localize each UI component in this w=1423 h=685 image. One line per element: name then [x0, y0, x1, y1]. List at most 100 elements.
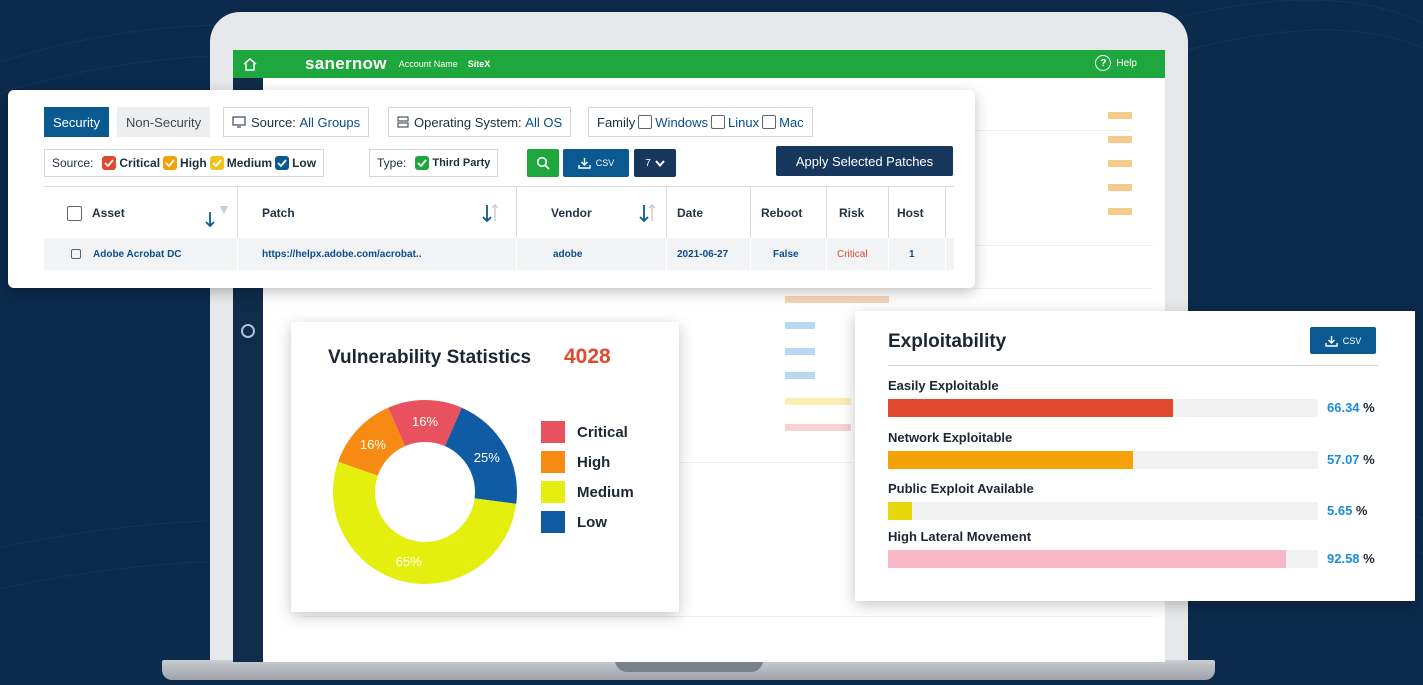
date-value: 2021-06-27 — [677, 248, 729, 260]
legend-item-medium[interactable]: Medium — [541, 481, 634, 503]
severity-label: Source: — [52, 156, 94, 170]
site-name[interactable]: SiteX — [468, 59, 491, 69]
col-reboot-label: Reboot — [761, 206, 803, 220]
row-checkbox[interactable] — [71, 249, 81, 259]
download-icon — [578, 158, 591, 169]
help-link[interactable]: ? Help — [1095, 55, 1137, 71]
vendor-value: adobe — [553, 248, 583, 260]
mac-label: Mac — [779, 114, 804, 130]
exploit-bar-track — [888, 502, 1318, 520]
family-filter: Family Windows Linux Mac — [588, 107, 813, 137]
power-icon[interactable] — [241, 324, 255, 338]
col-risk[interactable]: Risk — [827, 187, 889, 239]
high-checkbox[interactable] — [163, 156, 178, 170]
app-header: sanernow Account Name SiteX ? Help — [233, 50, 1165, 78]
search-button[interactable] — [527, 149, 559, 177]
cell-date: 2021-06-27 — [667, 238, 751, 270]
medium-checkbox[interactable] — [209, 156, 224, 170]
legend-label: Medium — [577, 483, 634, 501]
cell-asset: Adobe Acrobat DC — [44, 238, 238, 270]
home-icon[interactable] — [237, 50, 263, 78]
slice-label-critical: 16% — [412, 414, 438, 429]
critical-checkbox[interactable] — [102, 156, 117, 170]
vulnerability-statistics-card: Vulnerability Statistics 4028 16% 25% 65% 1… — [291, 322, 679, 612]
legend-item-high[interactable]: High — [541, 451, 610, 473]
mac-checkbox[interactable] — [762, 115, 777, 129]
divider — [888, 365, 1378, 366]
cell-patch: https://helpx.adobe.com/acrobat.. — [238, 238, 517, 270]
vuln-total: 4028 — [564, 345, 611, 368]
linux-label: Linux — [728, 114, 760, 130]
low-label: Low — [292, 156, 317, 170]
asset-name[interactable]: Adobe Acrobat DC — [93, 249, 182, 260]
table-row[interactable]: Adobe Acrobat DC https://helpx.adobe.com… — [44, 238, 954, 270]
apply-patches-button[interactable]: Apply Selected Patches — [776, 146, 953, 176]
source-groups-label: Source: — [251, 114, 296, 130]
col-date-label: Date — [677, 206, 704, 220]
cell-risk: Critical — [827, 238, 889, 270]
patch-link[interactable]: https://helpx.adobe.com/acrobat.. — [262, 249, 421, 260]
os-label: Operating System: — [414, 114, 522, 130]
legend-swatch — [541, 421, 565, 443]
brand-logo: sanernow — [305, 54, 387, 73]
exploit-label: Easily Exploitable — [888, 378, 999, 393]
sort-icon[interactable] — [639, 203, 657, 223]
exploit-percent-unit: % — [1359, 400, 1375, 415]
table-header: Asset Patch Vendor Date Reboot Risk Host — [44, 186, 954, 239]
tab-security-label: Security — [53, 114, 100, 130]
family-label: Family — [597, 114, 636, 130]
linux-checkbox[interactable] — [711, 115, 726, 129]
windows-checkbox[interactable] — [638, 115, 653, 129]
exploit-bar-track — [888, 550, 1318, 568]
exploit-bar-fill — [888, 550, 1287, 568]
high-label: High — [180, 156, 207, 170]
legend-item-low[interactable]: Low — [541, 511, 607, 533]
legend-swatch — [541, 451, 565, 473]
col-patch-label: Patch — [262, 206, 295, 220]
col-asset-label: Asset — [92, 206, 125, 220]
low-checkbox[interactable] — [275, 156, 290, 170]
exploit-bar-fill — [888, 502, 913, 520]
risk-value: Critical — [837, 248, 868, 260]
legend-swatch — [541, 511, 565, 533]
help-icon: ? — [1095, 55, 1112, 71]
col-risk-label: Risk — [839, 206, 865, 220]
third-party-checkbox[interactable] — [415, 156, 430, 170]
windows-label: Windows — [655, 114, 709, 130]
os-dropdown[interactable]: Operating System: All OS — [388, 107, 572, 137]
col-reboot[interactable]: Reboot — [751, 187, 827, 239]
legend-item-critical[interactable]: Critical — [541, 421, 628, 443]
chevron-down-icon — [655, 159, 665, 167]
slice-label-high: 16% — [360, 437, 386, 452]
donut-chart: 16% 25% 65% 16% — [332, 400, 517, 584]
exploit-label: Public Exploit Available — [888, 481, 1034, 496]
help-label: Help — [1116, 57, 1137, 69]
cell-reboot: False — [751, 238, 827, 270]
col-patch[interactable]: Patch — [238, 187, 517, 239]
source-groups-dropdown[interactable]: Source: All Groups — [223, 107, 370, 137]
account-name[interactable]: Account Name — [399, 59, 458, 69]
col-date[interactable]: Date — [667, 187, 751, 239]
col-vendor[interactable]: Vendor — [517, 187, 667, 239]
csv-download-button[interactable]: CSV — [563, 149, 629, 177]
col-host[interactable]: Host — [889, 187, 946, 239]
exploit-percent-value: 92.58 — [1327, 551, 1360, 566]
exploit-percent-unit: % — [1352, 503, 1368, 518]
apply-label: Apply Selected Patches — [795, 153, 934, 169]
tab-security[interactable]: Security — [44, 107, 109, 137]
exploit-bar-track — [888, 399, 1318, 417]
slice-label-low: 25% — [474, 450, 500, 465]
col-asset[interactable]: Asset — [44, 187, 238, 239]
page-size-value: 7 — [645, 157, 651, 169]
select-all-checkbox[interactable] — [67, 205, 82, 221]
server-icon — [397, 116, 409, 128]
sort-icon[interactable] — [482, 203, 500, 223]
page-size-select[interactable]: 7 — [634, 149, 676, 177]
exploitability-csv-button[interactable]: CSV — [1310, 327, 1376, 354]
exploit-bar-fill — [888, 451, 1134, 469]
legend-swatch — [541, 481, 565, 503]
exploit-percent: 5.65 % — [1327, 503, 1367, 518]
tab-non-security-label: Non-Security — [126, 114, 202, 130]
sort-icon[interactable] — [204, 204, 230, 230]
tab-non-security[interactable]: Non-Security — [117, 107, 211, 137]
